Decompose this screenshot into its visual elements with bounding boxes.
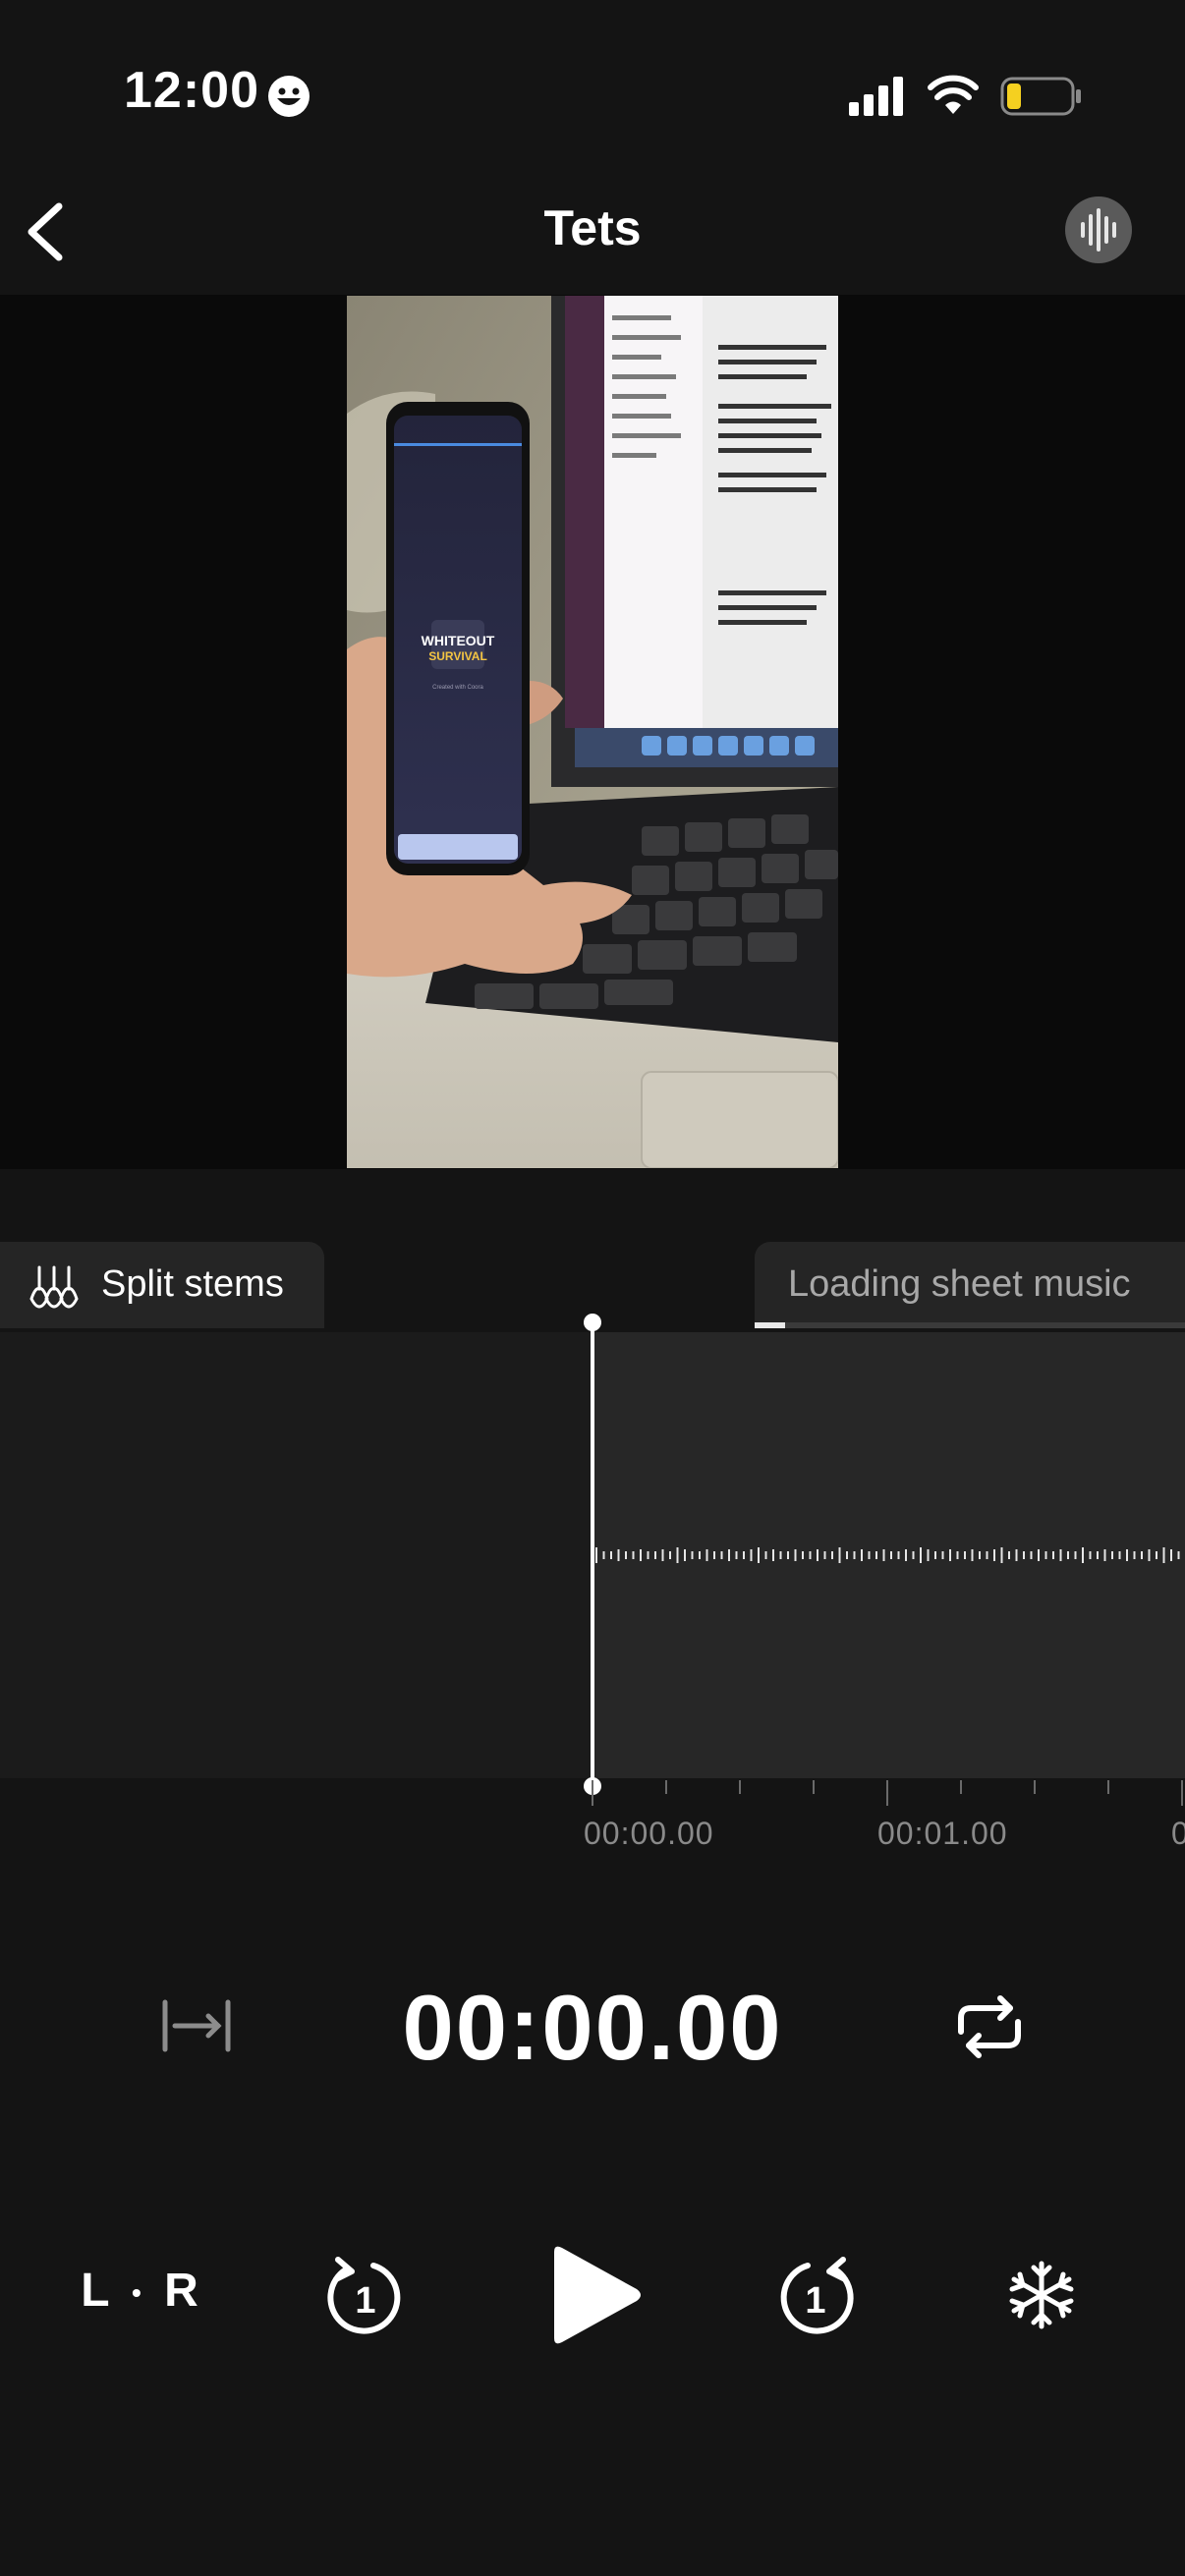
video-screen-caption: Created with Coora bbox=[432, 685, 483, 691]
split-stems-label: Split stems bbox=[101, 1263, 284, 1305]
guitars-icon bbox=[29, 1265, 79, 1309]
play-button[interactable] bbox=[542, 2244, 645, 2346]
smiley-face-icon bbox=[268, 76, 310, 117]
sheet-music-progress-fill bbox=[755, 1322, 785, 1328]
video-screen-text-2: SURVIVAL bbox=[428, 649, 487, 663]
status-time: 12:00 bbox=[124, 62, 259, 119]
cellular-signal-icon bbox=[849, 77, 903, 116]
freeze-button[interactable] bbox=[1006, 2260, 1077, 2330]
page-title: Tets bbox=[543, 200, 642, 255]
audio-button[interactable] bbox=[1065, 196, 1132, 263]
lr-left-label: L bbox=[81, 2265, 109, 2317]
playhead-handle-top[interactable] bbox=[584, 1314, 601, 1331]
time-label-1: 00:01.00 bbox=[877, 1816, 1008, 1851]
sound-wave-icon bbox=[1081, 208, 1116, 252]
sheet-music-progress-track bbox=[755, 1322, 1185, 1328]
timeline-ruler[interactable]: 00:00.00 00:01.00 0 bbox=[0, 1780, 1185, 1859]
forward-button[interactable]: 1 bbox=[774, 2250, 857, 2336]
video-frame-image: WHITEOUT SURVIVAL Created with Coora bbox=[347, 296, 838, 1168]
rewind-button[interactable]: 1 bbox=[324, 2250, 407, 2336]
waveform bbox=[595, 1547, 1180, 1563]
video-screen-text-1: WHITEOUT bbox=[422, 633, 495, 648]
play-icon bbox=[554, 2246, 641, 2344]
sheet-music-label: Loading sheet music bbox=[788, 1263, 1131, 1305]
forward-seconds: 1 bbox=[805, 2280, 825, 2322]
time-label-0: 00:00.00 bbox=[584, 1816, 714, 1851]
loop-button[interactable] bbox=[951, 1992, 1028, 2061]
playhead[interactable] bbox=[591, 1322, 594, 1786]
video-preview[interactable]: WHITEOUT SURVIVAL Created with Coora bbox=[347, 296, 838, 1168]
rewind-seconds: 1 bbox=[355, 2280, 375, 2322]
audio-clip[interactable] bbox=[592, 1332, 1185, 1778]
time-label-2: 0 bbox=[1171, 1816, 1185, 1851]
lr-separator-dot: • bbox=[131, 2277, 141, 2309]
lr-right-label: R bbox=[164, 2265, 198, 2317]
wifi-icon bbox=[928, 75, 979, 114]
snowflake-icon bbox=[1009, 2261, 1074, 2329]
battery-low-icon bbox=[1000, 77, 1081, 116]
left-right-channel-button[interactable]: L • R bbox=[81, 2264, 198, 2323]
